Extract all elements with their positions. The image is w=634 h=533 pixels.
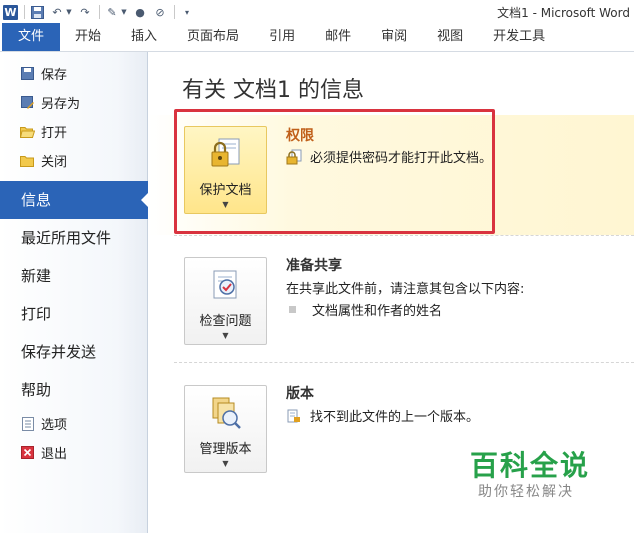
tab-file[interactable]: 文件 <box>2 23 61 51</box>
check-issues-button[interactable]: 检查问题 ▼ <box>184 257 267 345</box>
nav-close-label: 关闭 <box>41 155 68 170</box>
prepare-title: 准备共享 <box>286 258 342 274</box>
versions-text: 找不到此文件的上一个版本。 <box>310 410 480 425</box>
nav-save-as-label: 另存为 <box>41 97 81 112</box>
nav-info[interactable]: 信息 <box>0 181 149 219</box>
dropdown-icon[interactable]: ▼ <box>120 4 128 20</box>
undo-icon[interactable]: ↶ <box>49 4 65 20</box>
customize-icon[interactable]: ▾ <box>179 4 195 20</box>
bullet-icon <box>289 306 296 313</box>
qat-separator <box>24 5 25 19</box>
tab-developer[interactable]: 开发工具 <box>478 23 560 51</box>
check-issues-label: 检查问题 <box>199 314 252 329</box>
versions-line: 找不到此文件的上一个版本。 <box>286 406 479 425</box>
document-icon <box>286 408 302 424</box>
nav-save-send[interactable]: 保存并发送 <box>0 333 147 371</box>
section-divider <box>174 235 634 236</box>
prepare-bullet-item: 文档属性和作者的姓名 <box>286 300 442 319</box>
nav-save-label: 保存 <box>41 68 68 83</box>
nav-new[interactable]: 新建 <box>0 257 147 295</box>
nav-open[interactable]: 打开 <box>0 117 147 146</box>
eraser-icon[interactable]: ⊘ <box>152 4 168 20</box>
tab-references[interactable]: 引用 <box>254 23 310 51</box>
nav-options-label: 选项 <box>41 418 68 433</box>
nav-save[interactable]: 保存 <box>0 59 147 88</box>
format-painter-icon[interactable]: ✎ <box>104 4 120 20</box>
chevron-down-icon: ▼ <box>222 459 229 468</box>
tab-page-layout[interactable]: 页面布局 <box>172 23 254 51</box>
section-divider <box>174 362 634 363</box>
save-icon <box>20 66 35 81</box>
inspect-document-icon <box>209 268 243 302</box>
nav-recent[interactable]: 最近所用文件 <box>0 219 147 257</box>
quick-access-toolbar: W ↶ ▼ ↷ ✎ ▼ ● ⊘ ▾ 文档1 - Microsoft Word <box>0 0 634 24</box>
tab-home[interactable]: 开始 <box>60 23 116 51</box>
chevron-down-icon: ▼ <box>222 331 229 340</box>
tab-insert[interactable]: 插入 <box>116 23 172 51</box>
qat-separator <box>174 5 175 19</box>
redo-icon[interactable]: ↷ <box>77 4 93 20</box>
save-as-icon <box>20 95 35 110</box>
dropdown-icon[interactable]: ▼ <box>65 4 73 20</box>
nav-exit-label: 退出 <box>41 447 68 462</box>
tab-mailings[interactable]: 邮件 <box>310 23 366 51</box>
manage-versions-label: 管理版本 <box>199 442 252 457</box>
nav-open-label: 打开 <box>41 126 68 141</box>
window-title: 文档1 - Microsoft Word <box>497 6 630 20</box>
close-folder-icon <box>20 153 35 168</box>
manage-versions-button[interactable]: 管理版本 ▼ <box>184 385 267 473</box>
exit-icon <box>20 445 35 460</box>
watermark: 百科全说 助你轻松解决 <box>465 444 625 509</box>
nav-help[interactable]: 帮助 <box>0 371 147 409</box>
open-folder-icon <box>20 124 35 139</box>
versions-title: 版本 <box>286 386 314 402</box>
backstage-nav: 保存 另存为 打开 关闭 信息 最近所用文件 新建 打印 保存并发送 帮助 选项… <box>0 52 149 533</box>
qat-separator <box>99 5 100 19</box>
ribbon-tabs: 文件 开始 插入 页面布局 引用 邮件 审阅 视图 开发工具 <box>0 23 634 52</box>
record-icon[interactable]: ● <box>132 4 148 20</box>
versions-icon <box>209 396 243 430</box>
page-title: 有关 文档1 的信息 <box>182 78 364 103</box>
tab-view[interactable]: 视图 <box>422 23 478 51</box>
options-icon <box>20 416 35 431</box>
prepare-bullet-text: 文档属性和作者的姓名 <box>312 304 443 319</box>
save-icon[interactable] <box>29 4 45 20</box>
tab-review[interactable]: 审阅 <box>366 23 422 51</box>
watermark-subtitle: 助你轻松解决 <box>478 484 574 500</box>
highlight-box <box>174 109 495 234</box>
nav-exit[interactable]: 退出 <box>0 438 147 467</box>
nav-print[interactable]: 打印 <box>0 295 147 333</box>
nav-save-as[interactable]: 另存为 <box>0 88 147 117</box>
watermark-title: 百科全说 <box>470 449 591 482</box>
nav-close[interactable]: 关闭 <box>0 146 147 175</box>
nav-options[interactable]: 选项 <box>0 409 147 438</box>
word-app-icon[interactable]: W <box>3 4 18 20</box>
prepare-line: 在共享此文件前，请注意其包含以下内容: <box>286 282 525 297</box>
prepare-sharing-section: 检查问题 ▼ 准备共享 在共享此文件前，请注意其包含以下内容: 文档属性和作者的… <box>149 247 634 359</box>
